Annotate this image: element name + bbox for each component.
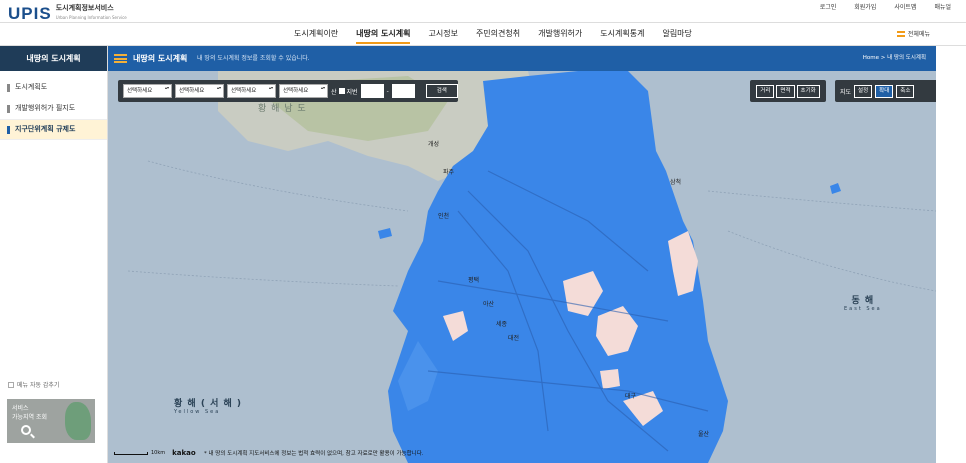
- zoom-out-button[interactable]: 축소: [896, 84, 915, 98]
- map-canvas[interactable]: 황 해 남 도 황 해 ( 서 해 ) Yellow Sea 동 해 East Se…: [108, 71, 936, 463]
- page-description: 내 땅의 도시계획 정보를 조회할 수 있습니다.: [197, 55, 310, 62]
- auto-hide-label: 메뉴 자동 감추기: [17, 382, 60, 389]
- nav-item-permit[interactable]: 개발행위허가: [529, 23, 591, 45]
- map-scale: 10km kakao: [114, 449, 196, 457]
- nav-item-notice[interactable]: 고시정보: [419, 23, 466, 45]
- kakao-logo: kakao: [172, 449, 196, 457]
- scale-line: [114, 451, 148, 455]
- city-label: 평택: [468, 277, 480, 284]
- city-label: 개성: [428, 141, 440, 148]
- east-sea-label: 동 해 East Sea: [844, 296, 882, 312]
- logo-title: 도시계획정보서비스: [55, 4, 114, 12]
- mountain-checkbox[interactable]: [338, 88, 345, 94]
- lot-main-input[interactable]: [360, 84, 384, 98]
- all-menu-label: 전체메뉴: [907, 31, 930, 38]
- city-label: 대전: [508, 335, 520, 342]
- sidebar-item-label: 지구단위계획 규제도: [15, 125, 76, 133]
- korea-map-icon: [65, 402, 91, 440]
- city-label: 인천: [438, 213, 450, 220]
- search-button[interactable]: 검색: [425, 84, 458, 98]
- lot-label: 지번: [346, 88, 358, 96]
- area-button[interactable]: 면적: [776, 84, 795, 98]
- scale-label: 10km: [151, 450, 166, 456]
- sidebar-title: 내땅의 도시계획: [0, 46, 107, 71]
- measure-toolbar: 거리 면적 초기화: [750, 80, 826, 102]
- bullet-icon: [7, 104, 10, 113]
- utility-links: 로그인 회원가입 사이트맵 매뉴얼: [811, 2, 960, 11]
- auto-hide-toggle[interactable]: 메뉴 자동 감추기: [8, 380, 59, 389]
- city-label: 삼척: [670, 179, 682, 186]
- service-area-button[interactable]: 서비스가능지역 조회: [7, 399, 95, 443]
- city-label: 아산: [483, 301, 495, 308]
- sitemap-link[interactable]: 사이트맵: [885, 2, 925, 11]
- sidebar-item-permit-map[interactable]: 개발행위허가 필지도: [0, 98, 107, 119]
- menu-toggle-icon[interactable]: [114, 54, 127, 63]
- service-line2: 가능지역 조회: [12, 414, 48, 421]
- sigungu-select[interactable]: 선택하세요: [175, 84, 224, 98]
- mountain-label: 산: [331, 88, 337, 96]
- sidebar-item-label: 개발행위허가 필지도: [15, 104, 76, 112]
- logo[interactable]: UPIS 도시계획정보서비스 Urban Planning Informatio…: [8, 4, 127, 22]
- city-label: 대구: [625, 393, 637, 400]
- bullet-icon: [7, 125, 10, 134]
- auto-hide-checkbox[interactable]: [8, 381, 14, 388]
- breadcrumb: Home > 내 땅의 도시계획: [862, 55, 926, 61]
- lot-sub-input[interactable]: [391, 84, 415, 98]
- bullet-icon: [7, 83, 10, 92]
- eupmyeondong-select[interactable]: 선택하세요: [227, 84, 276, 98]
- logo-mark: UPIS: [8, 3, 52, 23]
- ri-select[interactable]: 선택하세요: [279, 84, 328, 98]
- top-bar: UPIS 도시계획정보서비스 Urban Planning Informatio…: [0, 0, 966, 22]
- search-icon: [21, 425, 31, 435]
- map-label-hwanghae: 황 해 남 도: [258, 104, 307, 114]
- address-search-bar: 선택하세요 선택하세요 선택하세요 선택하세요 산 지번 - 검색: [118, 80, 458, 102]
- sidebar: 내땅의 도시계획 도시계획도 개발행위허가 필지도 지구단위계획 규제도 메뉴 …: [0, 46, 108, 463]
- map-control-label: 지도: [840, 88, 852, 96]
- global-nav: 도시계획이란 내땅의 도시계획 고시정보 주민의견청취 개발행위허가 도시계획통…: [0, 22, 966, 46]
- map-settings-button[interactable]: 설정: [854, 84, 873, 98]
- sidebar-item-district-plan[interactable]: 지구단위계획 규제도: [0, 119, 107, 140]
- page-title: 내땅의 도시계획: [133, 54, 188, 63]
- nav-item-my-land[interactable]: 내땅의 도시계획: [347, 23, 419, 45]
- zoom-in-button[interactable]: 확대: [875, 84, 894, 98]
- logo-subtitle: Urban Planning Information Service: [55, 15, 127, 20]
- manual-link[interactable]: 매뉴얼: [925, 2, 960, 11]
- nav-item-about[interactable]: 도시계획이란: [285, 23, 347, 45]
- nav-item-board[interactable]: 알림마당: [653, 23, 700, 45]
- all-menu-button[interactable]: 전체메뉴: [896, 29, 930, 38]
- login-link[interactable]: 로그인: [811, 2, 846, 11]
- city-label: 울산: [698, 431, 710, 438]
- signup-link[interactable]: 회원가입: [845, 2, 885, 11]
- page-header: 내땅의 도시계획 내 땅의 도시계획 정보를 조회할 수 있습니다. Home …: [108, 46, 936, 71]
- map-notice: * 내 땅의 도시계획 지도서비스에 정보는 법적 효력이 없으며, 참고 자료…: [204, 451, 424, 457]
- hamburger-icon: [896, 30, 905, 37]
- reset-button[interactable]: 초기화: [796, 84, 820, 98]
- yellow-sea-label: 황 해 ( 서 해 ) Yellow Sea: [174, 399, 243, 415]
- sido-select[interactable]: 선택하세요: [123, 84, 172, 98]
- nav-item-opinion[interactable]: 주민의견청취: [467, 23, 529, 45]
- city-label: 파주: [443, 169, 455, 176]
- sidebar-item-plan-map[interactable]: 도시계획도: [0, 77, 107, 98]
- service-line1: 서비스: [12, 405, 29, 412]
- map-control-toolbar: 지도 설정 확대 축소: [835, 80, 936, 102]
- sidebar-item-label: 도시계획도: [15, 83, 48, 91]
- city-label: 세종: [496, 321, 508, 328]
- lot-dash: -: [386, 87, 389, 95]
- distance-button[interactable]: 거리: [756, 84, 775, 98]
- nav-item-stats[interactable]: 도시계획통계: [591, 23, 653, 45]
